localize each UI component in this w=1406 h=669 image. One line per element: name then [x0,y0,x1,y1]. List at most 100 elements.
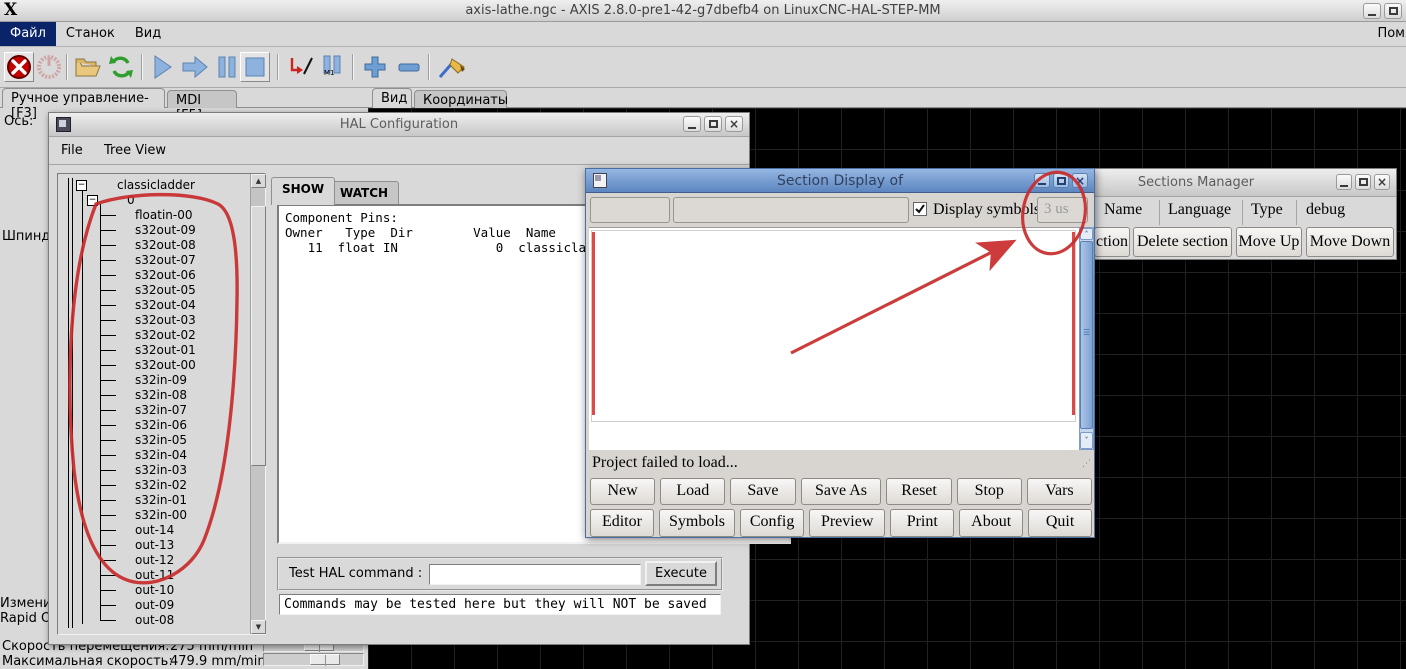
zoom-in-button[interactable] [360,52,390,82]
save-as-button[interactable]: Save As [800,478,882,505]
tree-item-root[interactable]: classicladder [58,178,248,193]
editor-button[interactable]: Editor [590,509,654,537]
menu-machine[interactable]: Станок [56,22,125,46]
machine-power-button[interactable] [34,52,64,82]
maximize-icon[interactable] [1384,3,1402,19]
column-header-type[interactable]: Type [1251,201,1283,225]
tree-item[interactable]: out-10 [58,583,248,598]
hal-menu-file[interactable]: File [61,143,83,158]
tree-item[interactable]: s32in-00 [58,508,248,523]
tree-item[interactable]: s32out-03 [58,313,248,328]
max-velocity-slider[interactable] [263,653,364,666]
tree-item[interactable]: s32out-08 [58,238,248,253]
quit-button[interactable]: Quit [1028,509,1092,537]
reload-button[interactable] [106,52,136,82]
scrollbar-thumb[interactable] [251,206,266,466]
hal-titlebar[interactable]: HAL Configuration × [49,113,749,137]
tree-item[interactable]: s32in-03 [58,463,248,478]
optional-pause-button[interactable]: M1 [317,52,347,82]
section-display-scrollbar[interactable]: ˄ ˅ [1079,227,1094,450]
estop-button[interactable] [4,52,34,82]
close-icon[interactable]: × [725,116,743,132]
clear-plot-button[interactable] [436,52,466,82]
tree-item[interactable]: out-13 [58,538,248,553]
hal-menu-tree-view[interactable]: Tree View [104,143,166,158]
column-header-name[interactable]: Name [1104,201,1142,225]
execute-button[interactable]: Execute [645,561,717,586]
run-button[interactable] [148,52,178,82]
tree-item[interactable]: s32out-01 [58,343,248,358]
tree-item[interactable]: s32in-09 [58,373,248,388]
tree-item[interactable]: out-12 [58,553,248,568]
tree-item[interactable]: s32in-02 [58,478,248,493]
tab-manual-control[interactable]: Ручное управление-[F3] [2,88,165,121]
tree-item[interactable]: s32out-00 [58,358,248,373]
slider-handle[interactable] [310,654,340,666]
column-header-language[interactable]: Language [1168,201,1231,225]
tree-item[interactable]: s32in-06 [58,418,248,433]
timescale-field[interactable]: 3 us [1037,197,1088,223]
about-button[interactable]: About [959,509,1024,537]
tab-show[interactable]: SHOW [271,177,336,205]
section-name-field[interactable] [673,197,909,223]
tree-scrollbar[interactable]: ▲ ▼ [250,174,266,634]
menu-help[interactable]: Пом [1377,26,1406,41]
delete-section-button[interactable]: Delete section [1133,227,1232,257]
minimize-icon[interactable] [683,116,701,132]
scroll-up-icon[interactable]: ▲ [251,174,266,188]
tab-dro[interactable]: Координаты [414,90,508,108]
tab-mdi[interactable]: MDI [F5] [167,90,237,123]
tree-item[interactable]: s32out-07 [58,253,248,268]
tree-item[interactable]: s32in-01 [58,493,248,508]
load-button[interactable]: Load [660,478,726,505]
tree-item[interactable]: s32out-06 [58,268,248,283]
tree-item[interactable]: s32in-07 [58,403,248,418]
section-display-titlebar[interactable]: Section Display of × [586,169,1094,193]
maximize-icon[interactable] [1053,173,1069,188]
tree-item[interactable]: floatin-00 [58,208,248,223]
display-symbols-checkbox[interactable] [913,202,927,216]
tree-item-node[interactable]: 0 [58,193,248,208]
test-hal-input[interactable] [429,564,641,585]
close-icon[interactable]: × [1374,174,1390,190]
stop-run-button[interactable]: Stop [956,478,1022,505]
resize-grip-icon[interactable]: ⋰ [1082,459,1091,469]
open-file-button[interactable] [73,52,103,82]
close-icon[interactable]: × [1072,173,1088,188]
zoom-out-button[interactable] [394,52,424,82]
minimize-icon[interactable] [1034,173,1050,188]
menu-file[interactable]: Файл [0,22,56,46]
run-from-line-button[interactable] [180,52,210,82]
tree-item[interactable]: out-09 [58,598,248,613]
minimize-icon[interactable] [1336,174,1352,190]
print-button[interactable]: Print [890,509,955,537]
tree-item[interactable]: s32out-09 [58,223,248,238]
tree-item[interactable]: s32out-05 [58,283,248,298]
config-button[interactable]: Config [740,509,805,537]
menu-view[interactable]: Вид [125,22,171,46]
stop-button[interactable] [240,52,270,82]
scrollbar-thumb[interactable] [1080,241,1093,429]
scroll-down-icon[interactable]: ˅ [1080,432,1093,449]
skip-line-button[interactable] [285,52,315,82]
column-header-debug[interactable]: debug [1306,201,1345,225]
vars-button[interactable]: Vars [1026,478,1092,505]
scroll-down-icon[interactable]: ▼ [251,620,266,634]
tree-item[interactable]: s32in-05 [58,433,248,448]
preview-button[interactable]: Preview [809,509,886,537]
move-down-button[interactable]: Move Down [1306,227,1394,257]
tree-item[interactable]: out-11 [58,568,248,583]
section-combo-field[interactable] [590,197,670,223]
tree-item[interactable]: s32in-08 [58,388,248,403]
symbols-button[interactable]: Symbols [658,509,736,537]
move-up-button[interactable]: Move Up [1236,227,1302,257]
ladder-canvas[interactable] [589,227,1079,450]
minimize-icon[interactable] [1363,3,1381,19]
save-button[interactable]: Save [730,478,796,505]
pause-button[interactable] [212,52,242,82]
add-section-button[interactable]: ction [1094,227,1130,257]
maximize-icon[interactable] [1355,174,1371,190]
tree-item[interactable]: s32out-02 [58,328,248,343]
reset-button[interactable]: Reset [886,478,952,505]
tab-watch[interactable]: WATCH [329,181,400,205]
